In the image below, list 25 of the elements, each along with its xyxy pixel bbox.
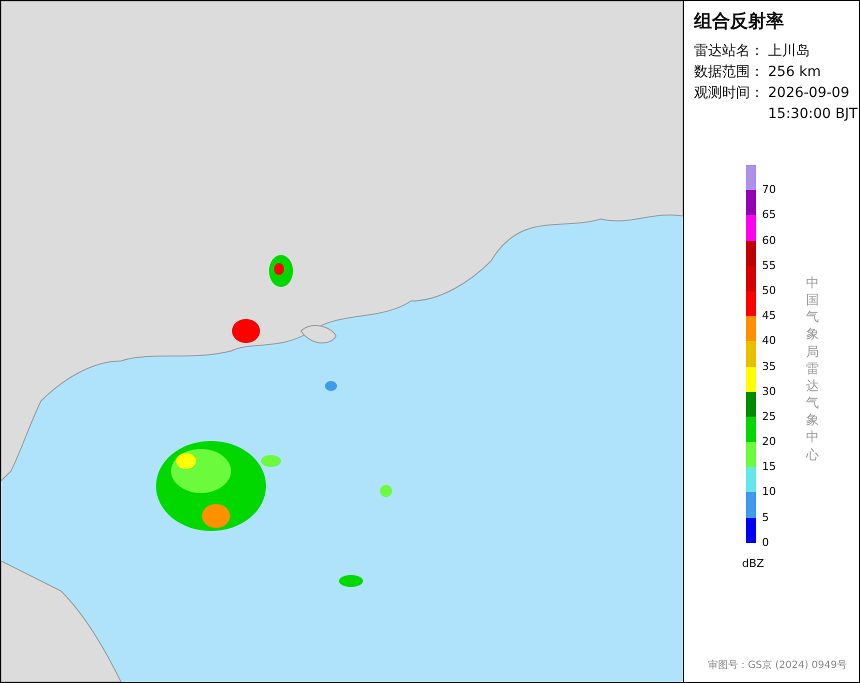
legend-value: 0 bbox=[762, 536, 769, 549]
agency-credit: 中国气象局雷达气象中心 bbox=[806, 275, 819, 465]
legend-unit: dBZ bbox=[742, 556, 766, 570]
legend-value: 70 bbox=[762, 184, 776, 196]
info-label: 数据范围： bbox=[694, 63, 764, 82]
legend-value: 30 bbox=[762, 386, 776, 398]
info-label: 雷达站名： bbox=[694, 42, 764, 61]
info-value: 256 km bbox=[768, 63, 821, 82]
legend-value: 50 bbox=[762, 284, 776, 297]
legend-value: 45 bbox=[762, 310, 776, 322]
info-value: 上川岛 bbox=[768, 42, 810, 61]
info-value: 2026-09-09 15:30:00 BJT bbox=[768, 84, 858, 124]
legend-value: 5 bbox=[762, 512, 769, 524]
legend-value: 15 bbox=[762, 461, 776, 474]
legend-value: 35 bbox=[762, 360, 776, 372]
product-title: 组合反射率 bbox=[694, 10, 785, 33]
legend-value: 40 bbox=[762, 335, 776, 348]
map-approval-number: 审图号：GS京 (2024) 0949号 bbox=[708, 658, 847, 672]
legend-value: 60 bbox=[762, 234, 776, 247]
legend-value: 65 bbox=[762, 209, 776, 222]
legend-value: 55 bbox=[762, 260, 776, 272]
legend-value: 10 bbox=[762, 486, 776, 498]
info-label: 观测时间： bbox=[694, 84, 764, 103]
legend-value: 20 bbox=[762, 436, 776, 448]
legend-value: 25 bbox=[762, 410, 776, 423]
